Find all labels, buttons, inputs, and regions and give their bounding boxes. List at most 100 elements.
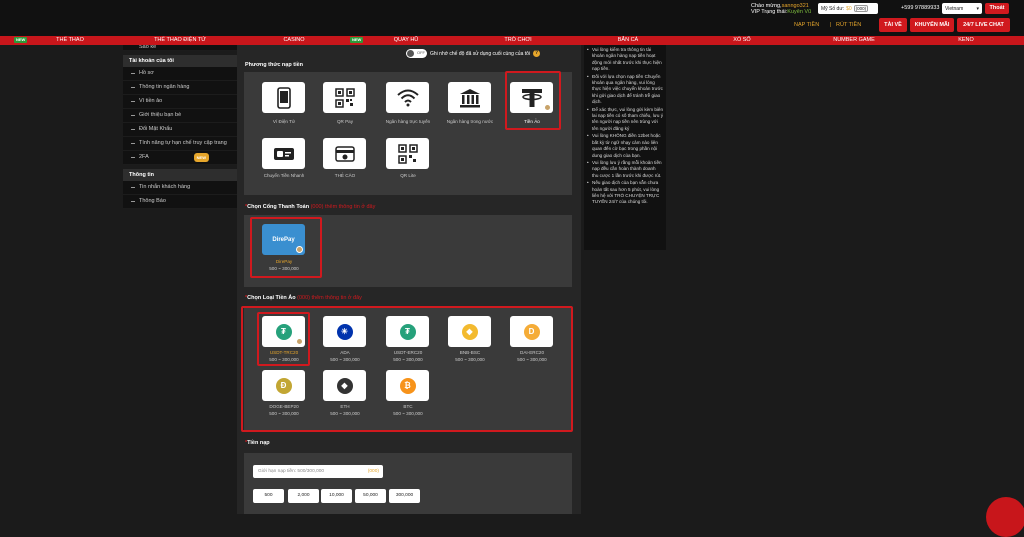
quick-amount-500[interactable]: 500 [253, 489, 284, 503]
sidebar-item-messages[interactable]: Tin nhắn khách hàng [123, 181, 237, 195]
coin-icon: ✳ [336, 323, 353, 340]
account-sidebar: Sao kê Tài khoản của tôi Hồ sơ Thông tin… [123, 45, 237, 235]
quick-amount-10000[interactable]: 10,000 [321, 489, 352, 503]
nav-esports[interactable]: THỂ THAO ĐIỆN TỬ [130, 36, 230, 45]
method-label: Ví Điện Tử [272, 119, 296, 124]
method-label: Ngân hàng trực tuyến [385, 119, 431, 124]
sidebar-item-statement[interactable]: Sao kê [123, 45, 237, 51]
methods-title: Phương thức nạp tiền [245, 62, 304, 68]
sidebar-heading-info: Thông tin [123, 169, 237, 181]
nav-sports[interactable]: THỂ THAO [30, 36, 110, 45]
phone-number: +599 97889933 [901, 5, 940, 11]
new-badge: NEW [350, 37, 364, 43]
method-label: Ngân hàng trong nước [446, 119, 494, 124]
remember-label: Ghi nhớ chế độ đã sử dụng cuối cùng của … [430, 50, 531, 57]
method-label: QR Lite [400, 173, 416, 178]
chevron-down-icon: ▾ [976, 5, 979, 12]
note-item: Để xác thực, vui lòng gửi kèm biên lai n… [587, 107, 663, 133]
crypto-range: 500 ~ 300,000 [393, 357, 423, 362]
quick-amount-50000[interactable]: 50,000 [355, 489, 386, 503]
selected-crypto-highlight [257, 312, 310, 366]
method-scratch-card[interactable] [323, 138, 366, 169]
crypto-option[interactable]: ₿ [386, 370, 429, 401]
wallet-balance[interactable]: Mỹ Số dư: $0 (000) [818, 3, 878, 14]
method-label: Chuyển Tiền Nhanh [263, 173, 305, 178]
nav-games[interactable]: TRÒ CHƠI [478, 36, 558, 45]
method-online-banking[interactable] [386, 82, 429, 113]
nav-fishing[interactable]: BẮN CÁ [588, 36, 668, 45]
sidebar-item-referral[interactable]: Giới thiệu bạn bè [123, 109, 237, 123]
crypto-range: 500 ~ 300,000 [393, 411, 423, 416]
promotions-button[interactable]: KHUYẾN MÃI [910, 18, 954, 32]
sidebar-item-2fa[interactable]: 2FA NEW [123, 151, 237, 165]
method-domestic-bank[interactable] [448, 82, 491, 113]
chat-float-button[interactable] [986, 497, 1024, 537]
remember-toggle[interactable]: OFF [406, 49, 427, 58]
card-transfer-icon [273, 147, 294, 160]
link-separator: | [830, 22, 832, 28]
method-qr-lite[interactable] [386, 138, 429, 169]
method-label: QR Pay [336, 119, 354, 124]
remember-mode-row: OFF Ghi nhớ chế độ đã sử dụng cuối cùng … [406, 49, 541, 58]
sidebar-item-profile[interactable]: Hồ sơ [123, 67, 237, 81]
method-ewallet[interactable] [262, 82, 305, 113]
logout-button[interactable]: Thoát [985, 3, 1009, 14]
crypto-range: 500 ~ 300,000 [330, 357, 360, 362]
sidebar-item-notifications[interactable]: Thông Báo [123, 195, 237, 209]
wifi-icon [396, 89, 419, 106]
sidebar-heading-account: Tài khoản của tôi [123, 55, 237, 67]
crypto-range: 500 ~ 300,000 [455, 357, 485, 362]
amount-panel [244, 453, 572, 514]
deposit-link[interactable]: NẠP TIỀN [794, 22, 819, 28]
nav-lottery[interactable]: XỔ SỐ [702, 36, 782, 45]
crypto-option[interactable]: ₮ [386, 316, 429, 347]
new-badge: NEW [193, 153, 209, 162]
sidebar-item-crypto-wallet[interactable]: Ví tiền ảo [123, 95, 237, 109]
amount-title: *Tiền nạp [245, 440, 270, 446]
crypto-name: ADA [340, 350, 350, 355]
coin-icon: ◆ [461, 323, 478, 340]
withdraw-link[interactable]: RÚT TIỀN [836, 22, 861, 28]
qr-icon [397, 143, 418, 164]
note-item: Nếu giao dịch của bạn vẫn chưa hoàn tất … [587, 180, 663, 206]
transfer-button[interactable]: TÀI VỀ [879, 18, 907, 32]
qr-icon [334, 87, 355, 108]
quick-amount-300000[interactable]: 300,000 [389, 489, 420, 503]
vip-status: VIP Trạng thái:Kuyên Vũ [751, 9, 812, 15]
note-item: Vui lòng lưu ý rằng mỗi khoản tiền nạp đ… [587, 160, 663, 179]
crypto-name: USDT-ERC20 [393, 350, 423, 355]
crypto-option[interactable]: ✳ [323, 316, 366, 347]
sidebar-item-bank-info[interactable]: Thông tin ngân hàng [123, 81, 237, 95]
selected-method-highlight [505, 71, 561, 130]
crypto-option[interactable]: ◆ [448, 316, 491, 347]
nav-slots[interactable]: QUAY HŨ [366, 36, 446, 45]
method-qr-pay[interactable] [323, 82, 366, 113]
sidebar-item-self-exclusion[interactable]: Tính năng tự hạn chế truy cập trang [123, 137, 237, 151]
method-fast-transfer[interactable] [262, 138, 305, 169]
crypto-option[interactable]: D [510, 316, 553, 347]
sidebar-item-change-password[interactable]: Đổi Mật Khẩu [123, 123, 237, 137]
help-icon[interactable]: ? [533, 50, 541, 57]
phone-icon [276, 86, 291, 109]
crypto-name: DOGE-BEP20 [269, 404, 299, 409]
crypto-title: *Chọn Loại Tiền Ảo (000) thêm thông tin … [245, 295, 362, 301]
bank-icon [459, 88, 480, 107]
crypto-range: 500 ~ 300,000 [330, 411, 360, 416]
note-item: Vui lòng kiểm tra thông tin tài khoản ng… [587, 47, 663, 73]
nav-number-game[interactable]: NUMBER GAME [814, 36, 894, 45]
nav-casino[interactable]: CASINO [254, 36, 334, 45]
language-select[interactable]: Vietnam ▾ [942, 3, 982, 14]
method-label: THẺ CÀO [334, 173, 356, 178]
quick-amount-2000[interactable]: 2,000 [288, 489, 319, 503]
nav-keno[interactable]: KENO [926, 36, 1006, 45]
live-chat-button[interactable]: 24/7 LIVE CHAT [957, 18, 1010, 32]
scratch-card-icon [334, 145, 355, 162]
deposit-notes: Vui lòng kiểm tra thông tin tài khoản ng… [584, 45, 666, 250]
note-item: Vui lòng KHÔNG điền 12bet hoặc bất kỳ từ… [587, 133, 663, 159]
coin-icon: ₿ [399, 377, 416, 394]
amount-input[interactable]: Giới hạn nạp tiền: 500/300,000 (000) [253, 465, 383, 478]
crypto-range: 500 ~ 300,000 [517, 357, 547, 362]
crypto-range: 500 ~ 300,000 [269, 411, 299, 416]
crypto-option[interactable]: ◆ [323, 370, 366, 401]
crypto-option[interactable]: Đ [262, 370, 305, 401]
